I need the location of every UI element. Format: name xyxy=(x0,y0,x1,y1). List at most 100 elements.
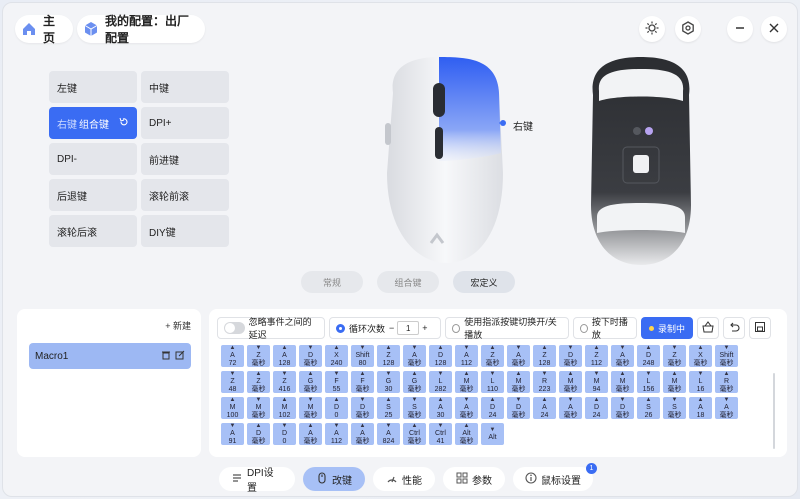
macro-event[interactable]: ▲ A 毫秒 xyxy=(299,423,322,445)
macro-event[interactable]: ▼ S 毫秒 xyxy=(403,397,426,419)
reset-icon[interactable] xyxy=(119,117,129,130)
macro-event[interactable]: ▼ A 112 xyxy=(325,423,348,445)
toggle-play-radio[interactable] xyxy=(452,323,461,333)
macro-event[interactable]: ▲ X 240 xyxy=(325,345,348,367)
macro-event[interactable]: ▼ A 112 xyxy=(455,345,478,367)
macro-event[interactable]: ▲ A 72 xyxy=(221,345,244,367)
macro-event[interactable]: ▼ A 91 xyxy=(221,423,244,445)
macro-event[interactable]: ▲ M 毫秒 xyxy=(507,371,530,393)
macro-event[interactable]: ▲ Alt 毫秒 xyxy=(455,423,478,445)
macro-scrollbar[interactable] xyxy=(773,373,775,449)
macro-event[interactable]: ▼ A 毫秒 xyxy=(611,345,634,367)
hold-play-option[interactable]: 按下时播放 xyxy=(573,317,637,340)
key-scroll-up[interactable]: 滚轮前滚 xyxy=(141,179,229,211)
hold-play-radio[interactable] xyxy=(580,323,588,333)
macro-event[interactable]: ▲ D 128 xyxy=(429,345,452,367)
brightness-button[interactable] xyxy=(639,16,665,42)
minus-icon[interactable]: − xyxy=(389,323,394,333)
ignore-delay-toggle[interactable] xyxy=(224,322,245,334)
macro-event[interactable]: ▼ S 毫秒 xyxy=(663,397,686,419)
macro-event[interactable]: ▲ D 248 xyxy=(637,345,660,367)
macro-event[interactable]: ▲ A 18 xyxy=(689,397,712,419)
key-right[interactable]: 右键 组合键 xyxy=(49,107,137,139)
macro-event[interactable]: ▲ S 25 xyxy=(377,397,400,419)
macro-event[interactable]: ▼ D 毫秒 xyxy=(559,345,582,367)
macro-event[interactable]: ▲ Z 毫秒 xyxy=(247,371,270,393)
macro-event[interactable]: ▲ A 30 xyxy=(429,397,452,419)
macro-event[interactable]: ▼ Shift 80 xyxy=(351,345,374,367)
settings-button[interactable] xyxy=(675,16,701,42)
macro-event[interactable]: ▲ M 毫秒 xyxy=(663,371,686,393)
save-button[interactable] xyxy=(749,317,772,339)
macro-event[interactable]: ▲ Z 112 xyxy=(585,345,608,367)
key-dpi-plus[interactable]: DPI+ xyxy=(141,107,229,139)
macro-event[interactable]: ▼ F 55 xyxy=(325,371,348,393)
key-left[interactable]: 左键 xyxy=(49,71,137,103)
macro-event[interactable]: ▲ A 128 xyxy=(273,345,296,367)
minimize-button[interactable] xyxy=(727,16,753,42)
nav-mouse-settings[interactable]: 鼠标设置 1 xyxy=(513,463,597,491)
macro-event[interactable]: ▼ L 282 xyxy=(429,371,452,393)
nav-performance[interactable]: 性能 xyxy=(373,467,435,491)
macro-event[interactable]: ▼ G 30 xyxy=(377,371,400,393)
macro-event[interactable]: ▲ Ctrl 毫秒 xyxy=(403,423,426,445)
macro-event[interactable]: ▲ G 毫秒 xyxy=(403,371,426,393)
macro-event[interactable]: ▼ D 毫秒 xyxy=(351,397,374,419)
macro-event[interactable]: ▼ L 156 xyxy=(637,371,660,393)
tab-macro[interactable]: 宏定义 xyxy=(453,271,515,293)
loop-option[interactable]: 循环次数 − 1 + xyxy=(329,317,441,339)
record-button[interactable]: 录制中 xyxy=(641,317,694,339)
home-button[interactable]: 主页 xyxy=(15,14,73,45)
macro-event[interactable]: ▼ D 毫秒 xyxy=(611,397,634,419)
close-button[interactable] xyxy=(761,16,787,42)
macro-event[interactable]: ▲ Z 128 xyxy=(377,345,400,367)
macro-event[interactable]: ▲ Z 毫秒 xyxy=(481,345,504,367)
macro-event[interactable]: ▼ R 223 xyxy=(533,371,556,393)
macro-event[interactable]: ▼ D 毫秒 xyxy=(507,397,530,419)
macro-event[interactable]: ▲ D 24 xyxy=(481,397,504,419)
tab-combo[interactable]: 组合键 xyxy=(377,271,439,293)
key-diy[interactable]: DIY键 xyxy=(141,215,229,247)
key-back[interactable]: 后退键 xyxy=(49,179,137,211)
macro-event[interactable]: ▲ G 毫秒 xyxy=(299,371,322,393)
tab-normal[interactable]: 常规 xyxy=(301,271,363,293)
macro-event[interactable]: ▲ D 24 xyxy=(585,397,608,419)
loop-stepper[interactable]: − 1 + xyxy=(389,321,428,335)
plus-icon[interactable]: + xyxy=(422,323,427,333)
macro-event[interactable]: ▲ Z 128 xyxy=(533,345,556,367)
undo-button[interactable] xyxy=(723,317,746,339)
macro-event[interactable]: ▲ M 100 xyxy=(221,397,244,419)
ignore-delay-option[interactable]: 忽略事件之间的延迟 xyxy=(217,317,325,340)
loop-value[interactable]: 1 xyxy=(397,321,420,335)
macro-event[interactable]: ▼ A 824 xyxy=(377,423,400,445)
macro-event[interactable]: ▼ Ctrl 41 xyxy=(429,423,452,445)
macro-event[interactable]: ▼ Alt xyxy=(481,423,504,445)
key-dpi-minus[interactable]: DPI- xyxy=(49,143,137,175)
macro-event[interactable]: ▲ M 毫秒 xyxy=(559,371,582,393)
macro-event[interactable]: ▼ Shift 毫秒 xyxy=(715,345,738,367)
nav-dpi-settings[interactable]: DPI设置 xyxy=(219,467,295,494)
macro-event[interactable]: ▼ D 0 xyxy=(273,423,296,445)
key-scroll-down[interactable]: 滚轮后滚 xyxy=(49,215,137,247)
macro-event[interactable]: ▼ A 毫秒 xyxy=(403,345,426,367)
nav-remap[interactable]: 改键 xyxy=(303,467,365,491)
macro-event[interactable]: ▼ M 毫秒 xyxy=(247,397,270,419)
macro-event[interactable]: ▲ M 102 xyxy=(273,397,296,419)
macro-event[interactable]: ▲ S 26 xyxy=(637,397,660,419)
macro-event[interactable]: ▼ A 毫秒 xyxy=(455,397,478,419)
loop-radio[interactable] xyxy=(336,323,345,333)
macro-event[interactable]: ▼ L 110 xyxy=(481,371,504,393)
macro-event[interactable]: ▼ Z 毫秒 xyxy=(663,345,686,367)
macro-event[interactable]: ▼ M 毫秒 xyxy=(299,397,322,419)
macro-event[interactable]: ▲ D 0 xyxy=(325,397,348,419)
config-selector[interactable]: 我的配置：出厂配置 xyxy=(77,14,205,45)
macro-event[interactable]: ▼ A 毫秒 xyxy=(507,345,530,367)
macro-item[interactable]: Macro1 xyxy=(29,343,191,369)
macro-event[interactable]: ▲ X 毫秒 xyxy=(689,345,712,367)
macro-event[interactable]: ▲ M 毫秒 xyxy=(455,371,478,393)
macro-event[interactable]: ▲ R 毫秒 xyxy=(715,371,738,393)
key-forward[interactable]: 前进键 xyxy=(141,143,229,175)
macro-event[interactable]: ▲ M 毫秒 xyxy=(611,371,634,393)
macro-event[interactable]: ▼ Z 416 xyxy=(273,371,296,393)
macro-event[interactable]: ▼ M 94 xyxy=(585,371,608,393)
